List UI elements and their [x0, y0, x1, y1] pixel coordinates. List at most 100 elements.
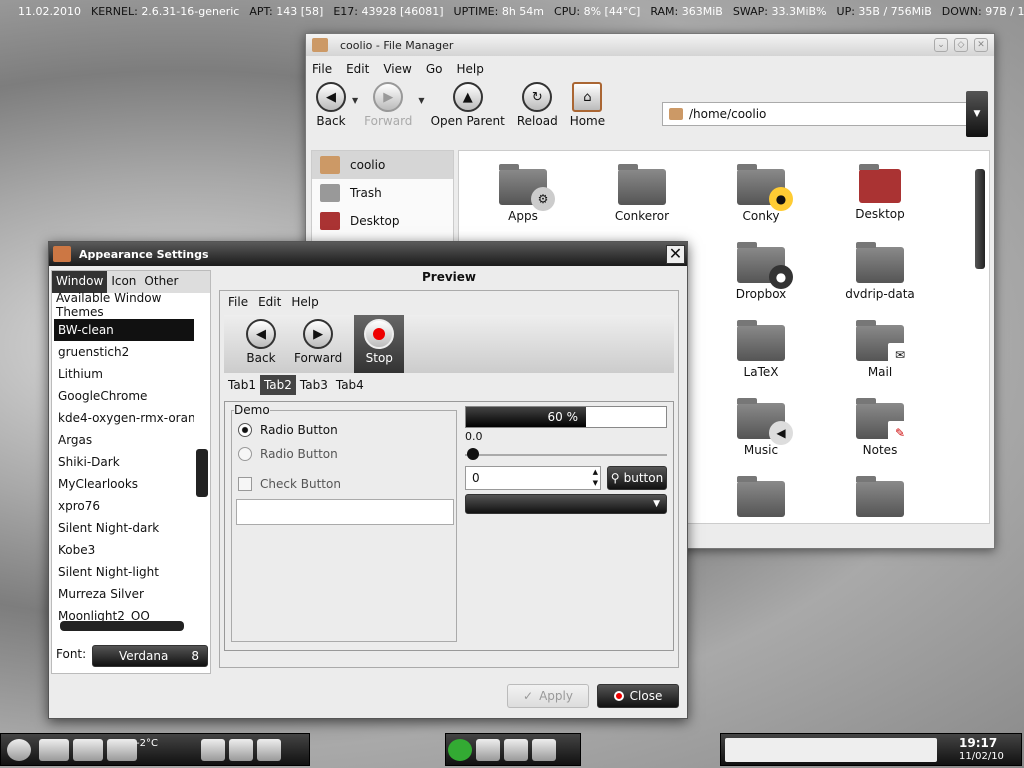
webcam-icon: ●	[769, 265, 793, 289]
menu-help[interactable]: Help	[456, 62, 483, 76]
folder-label: LaTeX	[743, 365, 779, 379]
theme-list-item[interactable]: MyClearlooks	[54, 473, 194, 495]
tab-window[interactable]: Window	[52, 271, 108, 293]
minimize-icon[interactable]: ⌄	[934, 38, 948, 52]
folder-icon	[618, 164, 666, 205]
theme-list-item[interactable]: xpro76	[54, 495, 194, 517]
folder-item[interactable]: ◀ Music	[711, 398, 811, 457]
font-button[interactable]: Verdana 8	[92, 645, 208, 667]
theme-list-item[interactable]: Lithium	[54, 363, 194, 385]
menu-go[interactable]: Go	[426, 62, 443, 76]
location-field[interactable]: /home/coolio	[662, 102, 968, 126]
clock-date: 11/02/10	[959, 751, 1004, 762]
preview-stop-button[interactable]: Stop	[354, 315, 405, 373]
desktop-pager-2[interactable]	[72, 739, 103, 761]
spin-arrows-icon[interactable]: ▲ ▼	[593, 467, 598, 489]
sidebar-item-trash[interactable]: Trash	[312, 179, 453, 207]
close-button[interactable]: Close	[597, 684, 679, 708]
desktop-pager-3[interactable]	[106, 739, 137, 761]
forward-dropdown-icon[interactable]: ▼	[418, 96, 424, 105]
open-parent-button[interactable]: ▲ Open Parent	[431, 82, 505, 128]
folder-label: Notes	[862, 443, 898, 457]
folder-item[interactable]: ✎ Notes	[830, 398, 930, 457]
preview-tab[interactable]: Tab2	[259, 375, 296, 395]
close-icon[interactable]: ✕	[666, 245, 685, 264]
maximize-icon[interactable]: ◇	[954, 38, 968, 52]
theme-list-item[interactable]: kde4-oxygen-rmx-orang	[54, 407, 194, 429]
app-icon[interactable]	[448, 739, 472, 761]
folder-item[interactable]: ● Dropbox	[711, 242, 811, 301]
location-dropdown-button[interactable]: ▼	[966, 91, 988, 137]
theme-list-item[interactable]: GoogleChrome	[54, 385, 194, 407]
app-icon[interactable]	[476, 739, 500, 761]
slider[interactable]	[465, 448, 667, 460]
sidebar-item-coolio[interactable]: coolio	[312, 151, 453, 179]
folder-item[interactable]: ⚙ Apps	[473, 164, 573, 223]
font-size: 8	[191, 649, 199, 663]
app-launcher-icon[interactable]	[200, 739, 225, 761]
radio-button-2[interactable]: Radio Button	[238, 447, 338, 461]
close-icon[interactable]: ✕	[974, 38, 988, 52]
forward-button[interactable]: ▶ Forward	[364, 82, 412, 128]
back-dropdown-icon[interactable]: ▼	[352, 96, 358, 105]
radio-button-1[interactable]: Radio Button	[238, 423, 338, 437]
theme-list-item[interactable]: BW-clean	[54, 319, 194, 341]
folder-item[interactable]	[830, 476, 930, 521]
search-button[interactable]: ⚲ button	[607, 466, 667, 490]
tab-other[interactable]: Other	[140, 271, 182, 293]
folder-item[interactable]	[711, 476, 811, 521]
home-button[interactable]: ⌂ Home	[570, 82, 605, 128]
folder-label: Desktop	[855, 207, 905, 221]
preview-back-label: Back	[246, 351, 276, 365]
folder-item[interactable]: ● Conky	[711, 164, 811, 223]
preview-tab[interactable]: Tab4	[332, 375, 368, 395]
theme-list-item[interactable]: Silent Night-dark	[54, 517, 194, 539]
ap-titlebar[interactable]: Appearance Settings ✕	[49, 242, 687, 266]
tab-icon[interactable]: Icon	[107, 271, 140, 293]
menu-edit[interactable]: Edit	[346, 62, 369, 76]
apply-button[interactable]: ✓ Apply	[507, 684, 589, 708]
fm-scrollbar[interactable]	[975, 155, 985, 515]
preview-tab[interactable]: Tab3	[296, 375, 332, 395]
menu-view[interactable]: View	[383, 62, 411, 76]
theme-scrollbar[interactable]	[196, 323, 208, 641]
folder-item[interactable]: LaTeX	[711, 320, 811, 379]
menu-file[interactable]: File	[312, 62, 332, 76]
theme-list-item[interactable]: Kobe3	[54, 539, 194, 561]
start-menu-icon[interactable]	[7, 739, 31, 761]
globe-icon[interactable]	[228, 739, 253, 761]
preview-menu-file[interactable]: File	[228, 295, 248, 309]
fm-titlebar[interactable]: coolio - File Manager ⌄ ◇ ✕	[306, 34, 994, 56]
theme-list-item[interactable]: Shiki-Dark	[54, 451, 194, 473]
theme-hscrollbar[interactable]	[60, 621, 184, 631]
theme-list-item[interactable]: Argas	[54, 429, 194, 451]
combo-box[interactable]: ▼	[465, 494, 667, 514]
folder-icon: ✎	[856, 398, 912, 445]
folder-item[interactable]: ✉ Mail	[830, 320, 930, 379]
theme-list-item[interactable]: Silent Night-light	[54, 561, 194, 583]
folder-item[interactable]: Desktop	[830, 164, 930, 221]
theme-list-item[interactable]: gruenstich2	[54, 341, 194, 363]
back-button[interactable]: ◀ Back	[316, 82, 346, 128]
check-button[interactable]: Check Button	[238, 477, 341, 491]
folder-item[interactable]: dvdrip-data	[830, 242, 930, 301]
preview-forward-button[interactable]: ▶ Forward	[294, 319, 342, 373]
firefox-icon[interactable]	[256, 739, 281, 761]
conky-label: CPU:	[554, 4, 581, 18]
preview-back-button[interactable]: ◀ Back	[246, 319, 276, 373]
terminal-icon[interactable]	[532, 739, 556, 761]
text-entry[interactable]	[236, 499, 454, 525]
theme-list-item[interactable]: Murreza Silver	[54, 583, 194, 605]
spin-field[interactable]: 0 ▲ ▼	[465, 466, 601, 490]
preview-menu-edit[interactable]: Edit	[258, 295, 281, 309]
sidebar-item-desktop[interactable]: Desktop	[312, 207, 453, 235]
reload-button[interactable]: ↻ Reload	[517, 82, 558, 128]
folder-item[interactable]: Conkeror	[592, 164, 692, 223]
terminal-icon[interactable]	[504, 739, 528, 761]
system-tray[interactable]	[725, 738, 937, 762]
slider-handle[interactable]	[467, 448, 479, 460]
preview-tab[interactable]: Tab1	[224, 375, 260, 395]
preview-menu-help[interactable]: Help	[291, 295, 318, 309]
desktop-pager-1[interactable]	[38, 739, 69, 761]
home-icon	[669, 108, 683, 120]
